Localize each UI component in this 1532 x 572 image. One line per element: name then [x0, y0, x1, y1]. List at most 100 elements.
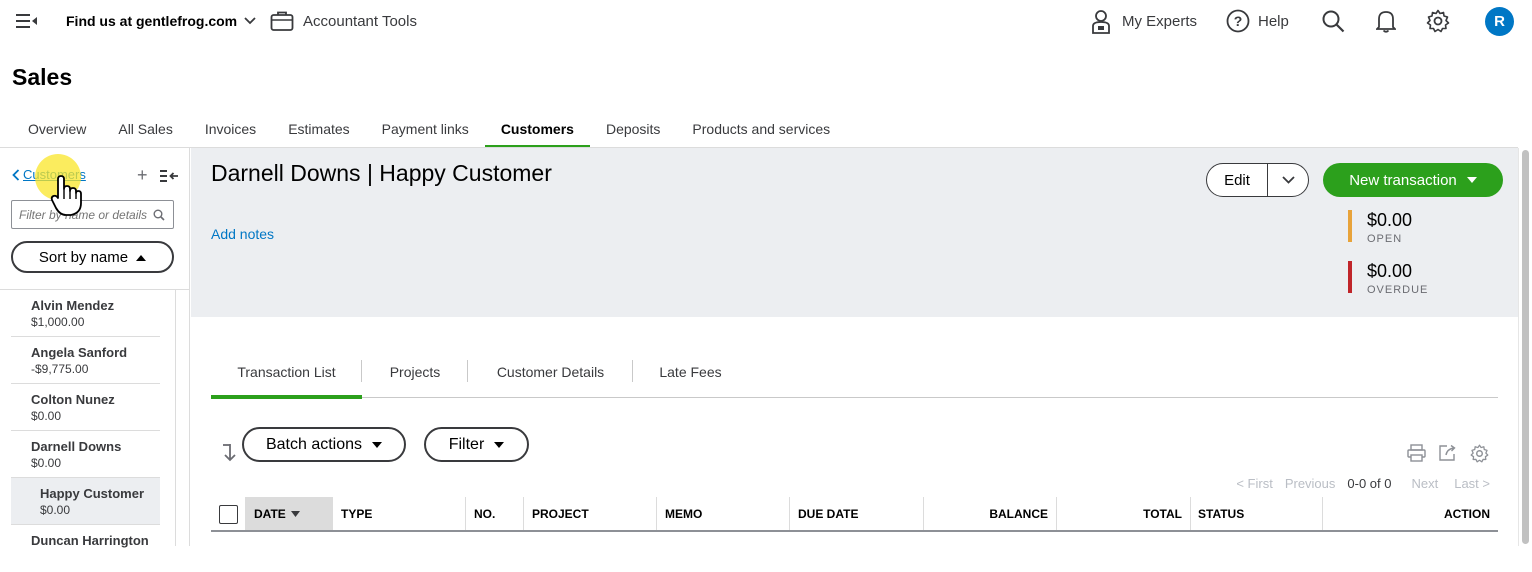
- tab-customer-details[interactable]: Customer Details: [468, 356, 633, 398]
- settings-icon[interactable]: [1470, 444, 1489, 468]
- menu-collapse-icon[interactable]: [16, 13, 38, 29]
- new-transaction-label: New transaction: [1349, 171, 1457, 189]
- open-amount: $0.00: [1367, 210, 1413, 230]
- column-label: DATE: [254, 506, 286, 521]
- pager-next[interactable]: Next: [1411, 476, 1438, 491]
- tab-estimates[interactable]: Estimates: [272, 112, 365, 148]
- person-lock-icon: [1092, 10, 1110, 34]
- customer-name: Happy Customer: [40, 486, 145, 501]
- overdue-amount: $0.00: [1367, 261, 1413, 281]
- batch-actions-button[interactable]: Batch actions: [242, 427, 406, 462]
- customer-balance: -$9,775.00: [31, 362, 89, 376]
- accountant-tools-button[interactable]: Accountant Tools: [270, 10, 417, 32]
- tab-payment-links[interactable]: Payment links: [366, 112, 485, 148]
- collapse-panel-icon[interactable]: [160, 169, 179, 188]
- tab-products-and-services[interactable]: Products and services: [676, 112, 846, 148]
- caret-down-icon: [494, 441, 505, 448]
- customer-balance: $0.00: [31, 456, 62, 470]
- export-icon[interactable]: [1438, 444, 1458, 467]
- column-header-action: ACTION: [1444, 506, 1490, 521]
- filter-button[interactable]: Filter: [424, 427, 529, 462]
- customer-balance: $1,000.00: [31, 315, 85, 329]
- tab-overview[interactable]: Overview: [12, 112, 102, 148]
- list-item[interactable]: Alvin Mendez $1,000.00: [11, 290, 160, 337]
- sort-arrow-icon[interactable]: [221, 443, 237, 467]
- pagination: < First Previous 0-0 of 0 Next Last >: [1236, 476, 1490, 491]
- column-header-due-date[interactable]: DUE DATE: [790, 497, 923, 530]
- overdue-label: OVERDUE: [1367, 284, 1429, 296]
- overdue-indicator: [1348, 261, 1352, 293]
- list-item[interactable]: Colton Nunez $0.00: [11, 384, 160, 431]
- customer-name: Colton Nunez: [31, 392, 115, 407]
- page-scrollbar[interactable]: [1518, 148, 1532, 546]
- edit-button[interactable]: Edit: [1207, 164, 1268, 196]
- tab-projects[interactable]: Projects: [362, 356, 468, 398]
- hand-cursor-icon: [50, 175, 84, 222]
- column-header-type[interactable]: TYPE: [333, 497, 465, 530]
- customer-name: Darnell Downs: [31, 439, 122, 454]
- search-icon: [153, 209, 165, 221]
- svg-text:?: ?: [1234, 13, 1243, 29]
- column-header-no[interactable]: NO.: [466, 497, 523, 530]
- my-experts-button[interactable]: My Experts: [1091, 9, 1197, 34]
- tab-deposits[interactable]: Deposits: [590, 112, 676, 148]
- print-icon[interactable]: [1407, 444, 1426, 467]
- list-item-selected[interactable]: Happy Customer $0.00: [11, 478, 160, 525]
- pager-previous[interactable]: Previous: [1285, 476, 1336, 491]
- select-all-checkbox[interactable]: [219, 505, 238, 524]
- customer-name: Alvin Mendez: [31, 298, 115, 313]
- pager-last[interactable]: Last >: [1454, 476, 1490, 491]
- column-header-project[interactable]: PROJECT: [524, 497, 656, 530]
- customer-title: Darnell Downs | Happy Customer: [211, 160, 552, 186]
- help-button[interactable]: ? Help: [1226, 9, 1289, 33]
- edit-dropdown-button[interactable]: [1268, 164, 1308, 196]
- column-header-status[interactable]: STATUS: [1190, 497, 1322, 530]
- filter-label: Filter: [448, 435, 485, 453]
- top-bar: Find us at gentlefrog.com Accountant Too…: [0, 0, 1532, 44]
- edit-split-button: Edit: [1206, 163, 1309, 197]
- pager-first[interactable]: < First: [1236, 476, 1272, 491]
- gear-icon[interactable]: [1426, 9, 1450, 33]
- help-circle-icon: ?: [1226, 9, 1250, 33]
- add-notes-link[interactable]: Add notes: [211, 226, 274, 242]
- search-icon[interactable]: [1322, 10, 1345, 33]
- open-label: OPEN: [1367, 233, 1403, 245]
- column-header-date[interactable]: DATE: [246, 497, 333, 530]
- column-header-balance[interactable]: BALANCE: [924, 497, 1056, 530]
- tab-transaction-list[interactable]: Transaction List: [211, 356, 362, 399]
- caret-up-icon: [136, 254, 147, 261]
- customer-list: Alvin Mendez $1,000.00 Angela Sanford -$…: [11, 290, 160, 572]
- company-label: Find us at gentlefrog.com: [66, 13, 238, 29]
- sales-tabs: Overview All Sales Invoices Estimates Pa…: [12, 112, 846, 148]
- new-transaction-button[interactable]: New transaction: [1323, 163, 1503, 197]
- chevron-down-icon: [244, 17, 256, 25]
- chevron-left-icon: [12, 168, 20, 181]
- scrollbar-thumb[interactable]: [1522, 150, 1529, 544]
- accountant-tools-label: Accountant Tools: [303, 12, 417, 30]
- bell-icon[interactable]: [1376, 9, 1396, 33]
- tab-late-fees[interactable]: Late Fees: [633, 356, 748, 398]
- list-item[interactable]: Duncan Harrington: [11, 525, 160, 572]
- sort-by-name-button[interactable]: Sort by name: [11, 241, 174, 273]
- customer-detail-tabs: Transaction List Projects Customer Detai…: [211, 356, 1498, 399]
- list-item[interactable]: Angela Sanford -$9,775.00: [11, 337, 160, 384]
- tab-all-sales[interactable]: All Sales: [102, 112, 188, 148]
- column-header-total[interactable]: TOTAL: [1057, 497, 1190, 530]
- chevron-down-icon: [1281, 176, 1295, 184]
- list-item[interactable]: Darnell Downs $0.00: [11, 431, 160, 478]
- tab-customers[interactable]: Customers: [484, 112, 591, 148]
- customer-header: Darnell Downs | Happy Customer Add notes…: [191, 148, 1518, 317]
- list-scroll-rail: [175, 290, 176, 546]
- tab-invoices[interactable]: Invoices: [189, 112, 272, 148]
- sort-label: Sort by name: [38, 248, 129, 266]
- customer-filter-field[interactable]: [11, 200, 174, 229]
- briefcase-icon: [270, 11, 294, 31]
- plus-icon[interactable]: +: [137, 166, 148, 184]
- pager-count: 0-0 of 0: [1347, 476, 1392, 491]
- company-selector[interactable]: Find us at gentlefrog.com: [66, 13, 256, 29]
- page-title: Sales: [12, 64, 73, 90]
- caret-down-icon: [290, 510, 300, 517]
- avatar[interactable]: R: [1485, 7, 1514, 36]
- customer-list-panel: Customers + Sort by name Alvin Mendez $1…: [0, 148, 190, 548]
- column-header-memo[interactable]: MEMO: [657, 497, 789, 530]
